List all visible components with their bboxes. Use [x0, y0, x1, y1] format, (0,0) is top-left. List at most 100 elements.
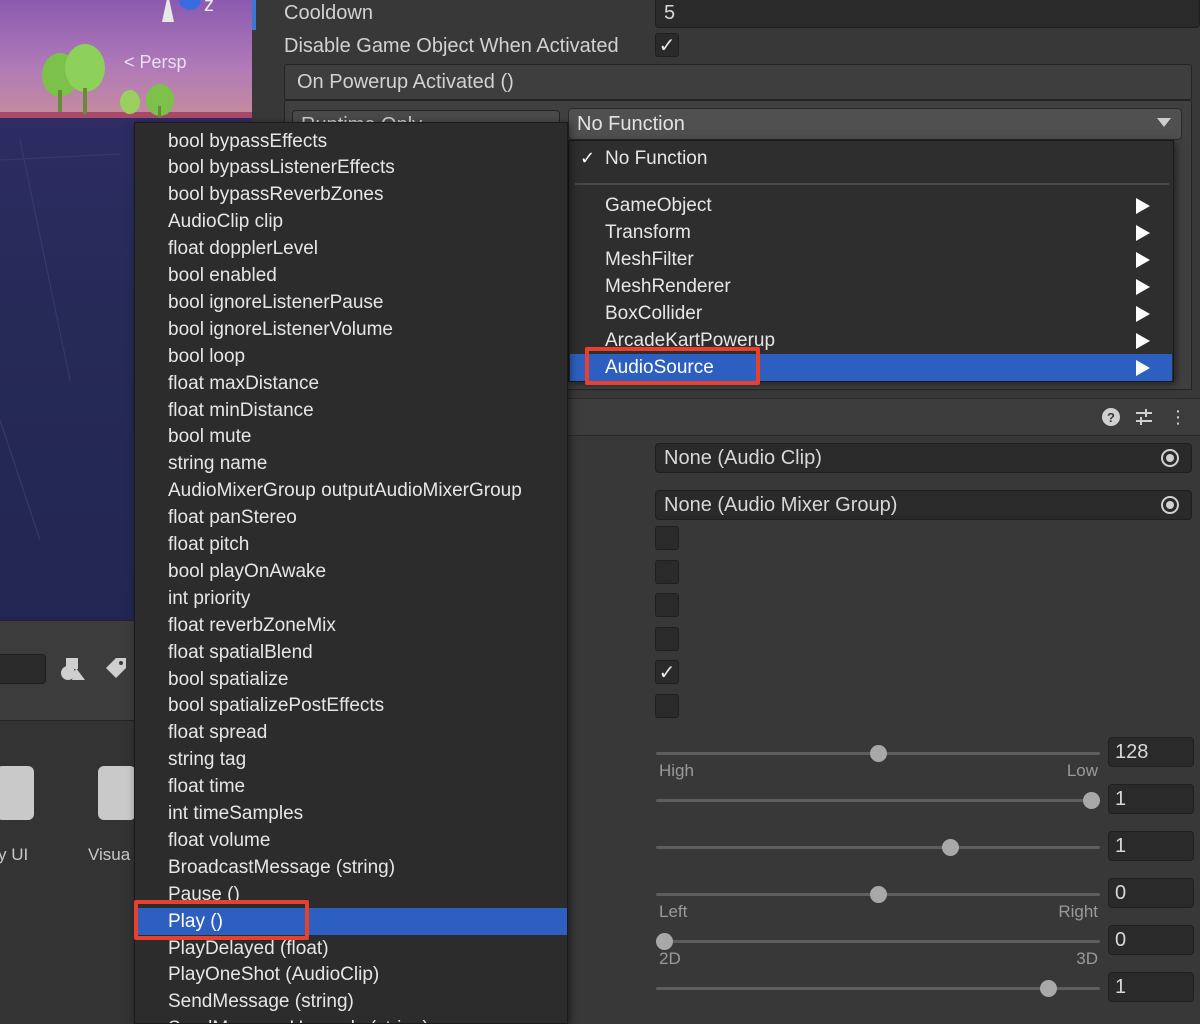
submenu-arrow-icon	[1136, 279, 1150, 295]
member-menu-item[interactable]: int priority	[135, 585, 567, 612]
asset-tile[interactable]	[0, 766, 34, 820]
member-menu-item[interactable]: SendMessage (string)	[135, 989, 567, 1016]
audio-option-checkbox[interactable]: ✓	[655, 660, 679, 684]
member-menu-item[interactable]: float spread	[135, 720, 567, 747]
slider-value-field[interactable]: 1	[1108, 972, 1194, 1002]
slider-min-label: High	[659, 761, 694, 780]
function-menu-item[interactable]: AudioSource	[570, 354, 1172, 381]
slider-max-label: 3D	[1076, 949, 1098, 968]
member-menu-item[interactable]: SendMessageUpwards (string)	[135, 1016, 567, 1023]
function-dropdown-value: No Function	[577, 112, 685, 135]
function-menu-item[interactable]: ArcadeKartPowerup	[570, 327, 1172, 354]
slider-value-field[interactable]: 0	[1108, 878, 1194, 908]
submenu-arrow-icon	[1136, 360, 1150, 376]
member-menu-item[interactable]: PlayOneShot (AudioClip)	[135, 962, 567, 989]
member-menu-item[interactable]: bool ignoreListenerVolume	[135, 316, 567, 343]
member-menu-item[interactable]: float dopplerLevel	[135, 236, 567, 263]
member-menu-item[interactable]: string tag	[135, 747, 567, 774]
function-menu-item[interactable]: MeshRenderer	[570, 273, 1172, 300]
member-menu-item[interactable]: bool spatialize	[135, 666, 567, 693]
member-menu-item[interactable]: Play ()	[135, 908, 567, 936]
member-menu-item[interactable]: float minDistance	[135, 397, 567, 424]
slider-min-label: Left	[659, 902, 688, 921]
slider-value-field[interactable]: 128	[1108, 737, 1194, 767]
slider-max-label: Right	[1058, 902, 1098, 921]
shapes-icon[interactable]	[58, 654, 88, 684]
disable-object-checkbox[interactable]: ✓	[655, 33, 679, 57]
slider-knob[interactable]	[869, 745, 887, 762]
slider-max-label: Low	[1066, 761, 1098, 780]
member-menu-item[interactable]: bool playOnAwake	[135, 558, 567, 585]
slider-track[interactable]	[656, 799, 1100, 802]
member-menu-item[interactable]: float volume	[135, 827, 567, 854]
object-picker-icon[interactable]	[1161, 449, 1179, 467]
audio-clip-value: None (Audio Clip)	[664, 446, 822, 469]
member-menu-item[interactable]: AudioMixerGroup outputAudioMixerGroup	[135, 478, 567, 505]
member-menu-item[interactable]: bool enabled	[135, 263, 567, 290]
inspector-accent-stripe	[252, 0, 256, 30]
slider-knob[interactable]	[869, 886, 887, 903]
slider-track[interactable]	[656, 987, 1100, 990]
help-icon[interactable]: ?	[1100, 406, 1122, 428]
cooldown-label: Cooldown	[284, 2, 373, 24]
member-menu-item[interactable]: Pause ()	[135, 881, 567, 908]
svg-text:?: ?	[1107, 410, 1115, 425]
menu-separator	[575, 183, 1169, 185]
member-menu-item[interactable]: bool bypassListenerEffects	[135, 155, 567, 182]
member-menu-item[interactable]: float reverbZoneMix	[135, 612, 567, 639]
slider-knob[interactable]	[942, 839, 960, 856]
event-header[interactable]: On Powerup Activated ()	[284, 64, 1192, 100]
member-menu-item[interactable]: bool mute	[135, 424, 567, 451]
member-menu-item[interactable]: float maxDistance	[135, 370, 567, 397]
slider-value-field[interactable]: 1	[1108, 784, 1194, 814]
function-menu-item-no-function[interactable]: ✓ No Function	[570, 145, 1172, 172]
member-menu-item[interactable]: BroadcastMessage (string)	[135, 854, 567, 881]
project-search-input[interactable]	[0, 654, 46, 684]
function-dropdown[interactable]: No Function	[568, 108, 1182, 140]
member-menu-item[interactable]: float time	[135, 774, 567, 801]
member-menu-item[interactable]: bool bypassEffects	[135, 128, 567, 155]
more-icon[interactable]: ⋮	[1167, 406, 1189, 428]
audio-option-checkbox[interactable]	[655, 559, 679, 584]
asset-tile[interactable]	[98, 766, 136, 820]
member-menu-item[interactable]: float panStereo	[135, 505, 567, 532]
mixer-group-value: None (Audio Mixer Group)	[664, 493, 898, 516]
object-picker-icon[interactable]	[1161, 496, 1179, 514]
member-menu-item[interactable]: string name	[135, 451, 567, 478]
view-mode-label[interactable]: < Persp	[124, 52, 187, 73]
slider-knob[interactable]	[656, 933, 673, 950]
function-menu-item-label: No Function	[605, 147, 708, 169]
function-menu-item-label: AudioSource	[605, 356, 714, 378]
audio-option-checkbox[interactable]	[655, 693, 679, 718]
cooldown-field[interactable]: 5	[655, 0, 1200, 28]
member-menu-item[interactable]: bool ignoreListenerPause	[135, 289, 567, 316]
slider-value-field[interactable]: 1	[1108, 831, 1194, 861]
member-menu-item[interactable]: bool spatializePostEffects	[135, 693, 567, 720]
submenu-arrow-icon	[1136, 333, 1150, 349]
function-menu-item[interactable]: BoxCollider	[570, 300, 1172, 327]
function-menu-item[interactable]: MeshFilter	[570, 246, 1172, 273]
slider-knob[interactable]	[1083, 792, 1100, 809]
member-menu-item[interactable]: PlayDelayed (float)	[135, 935, 567, 962]
member-menu-item[interactable]: float spatialBlend	[135, 639, 567, 666]
audio-option-checkbox[interactable]	[655, 626, 679, 651]
function-menu-item-label: BoxCollider	[605, 302, 703, 324]
asset-label: y UI	[0, 845, 29, 864]
mixer-group-field[interactable]: None (Audio Mixer Group)	[655, 490, 1192, 520]
function-menu-item[interactable]: GameObject	[570, 192, 1172, 219]
function-menu-item[interactable]: Transform	[570, 219, 1172, 246]
function-menu-item-label: MeshFilter	[605, 248, 694, 270]
presets-icon[interactable]	[1133, 406, 1155, 428]
member-menu-item[interactable]: int timeSamples	[135, 801, 567, 828]
audio-option-checkbox[interactable]	[655, 526, 679, 550]
member-menu-item[interactable]: float pitch	[135, 532, 567, 559]
tag-icon[interactable]	[100, 654, 130, 684]
member-menu-item[interactable]: bool loop	[135, 343, 567, 370]
slider-track[interactable]	[656, 940, 1100, 943]
member-menu-item[interactable]: bool bypassReverbZones	[135, 182, 567, 209]
audio-clip-field[interactable]: None (Audio Clip)	[655, 443, 1192, 473]
audio-option-checkbox[interactable]	[655, 593, 679, 617]
slider-value-field[interactable]: 0	[1108, 925, 1194, 955]
slider-track[interactable]	[656, 846, 1100, 849]
member-menu-item[interactable]: AudioClip clip	[135, 209, 567, 236]
